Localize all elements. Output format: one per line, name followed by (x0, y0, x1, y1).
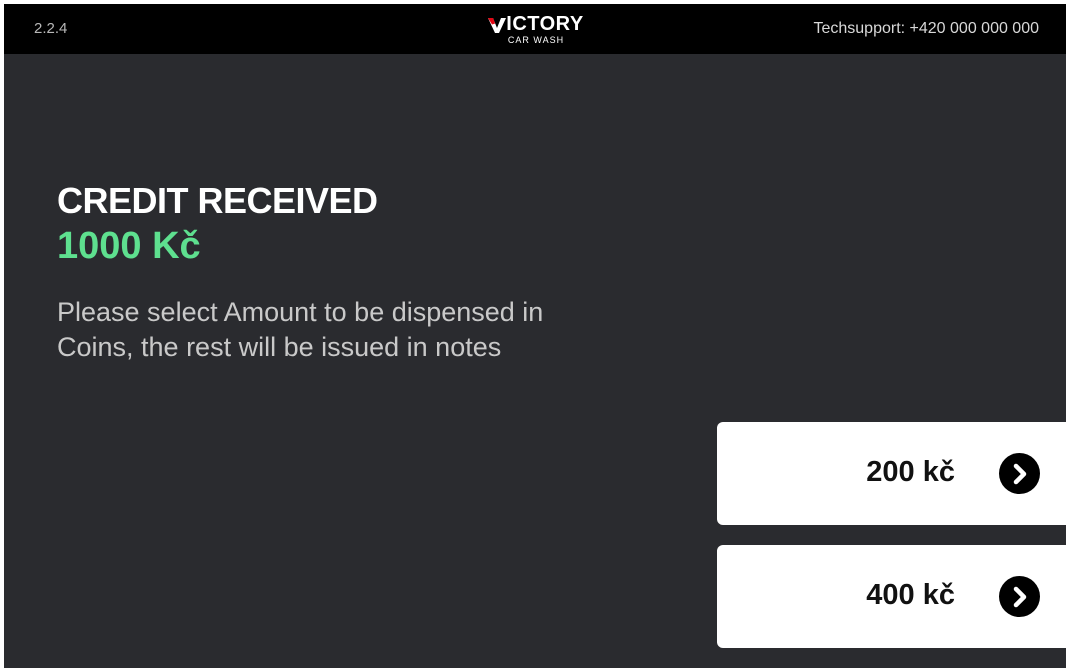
victory-logo: ICTORY CAR WASH (482, 13, 590, 45)
logo-subtitle: CAR WASH (507, 35, 565, 45)
instruction-text: Please select Amount to be dispensed in … (57, 295, 617, 365)
instruction-line-2: Coins, the rest will be issued in notes (57, 332, 502, 362)
coin-amount-option-200[interactable]: 200 kč (717, 422, 1066, 525)
coin-amount-option-400[interactable]: 400 kč (717, 545, 1066, 648)
option-label: 400 kč (866, 579, 955, 611)
logo-v-mark (488, 18, 507, 33)
version-label: 2.2.4 (34, 20, 68, 37)
chevron-right-circle-icon[interactable] (999, 453, 1040, 494)
instruction-line-1: Please select Amount to be dispensed in (57, 297, 544, 327)
kiosk-screen: 2.2.4 ICTORY CAR WASH Techsupport: +420 … (4, 4, 1066, 668)
option-label: 200 kč (866, 456, 955, 488)
techsupport-contact: Techsupport: +420 000 000 000 (813, 20, 1039, 37)
top-bar: 2.2.4 ICTORY CAR WASH Techsupport: +420 … (4, 4, 1066, 54)
chevron-right-icon (1013, 586, 1026, 607)
logo-wordmark: ICTORY (482, 13, 590, 34)
logo-brand-text: ICTORY (506, 13, 584, 35)
credit-received-title: CREDIT RECEIVED (57, 180, 378, 221)
credit-amount: 1000 Kč (57, 225, 201, 267)
chevron-right-icon (1013, 463, 1026, 484)
chevron-right-circle-icon[interactable] (999, 576, 1040, 617)
